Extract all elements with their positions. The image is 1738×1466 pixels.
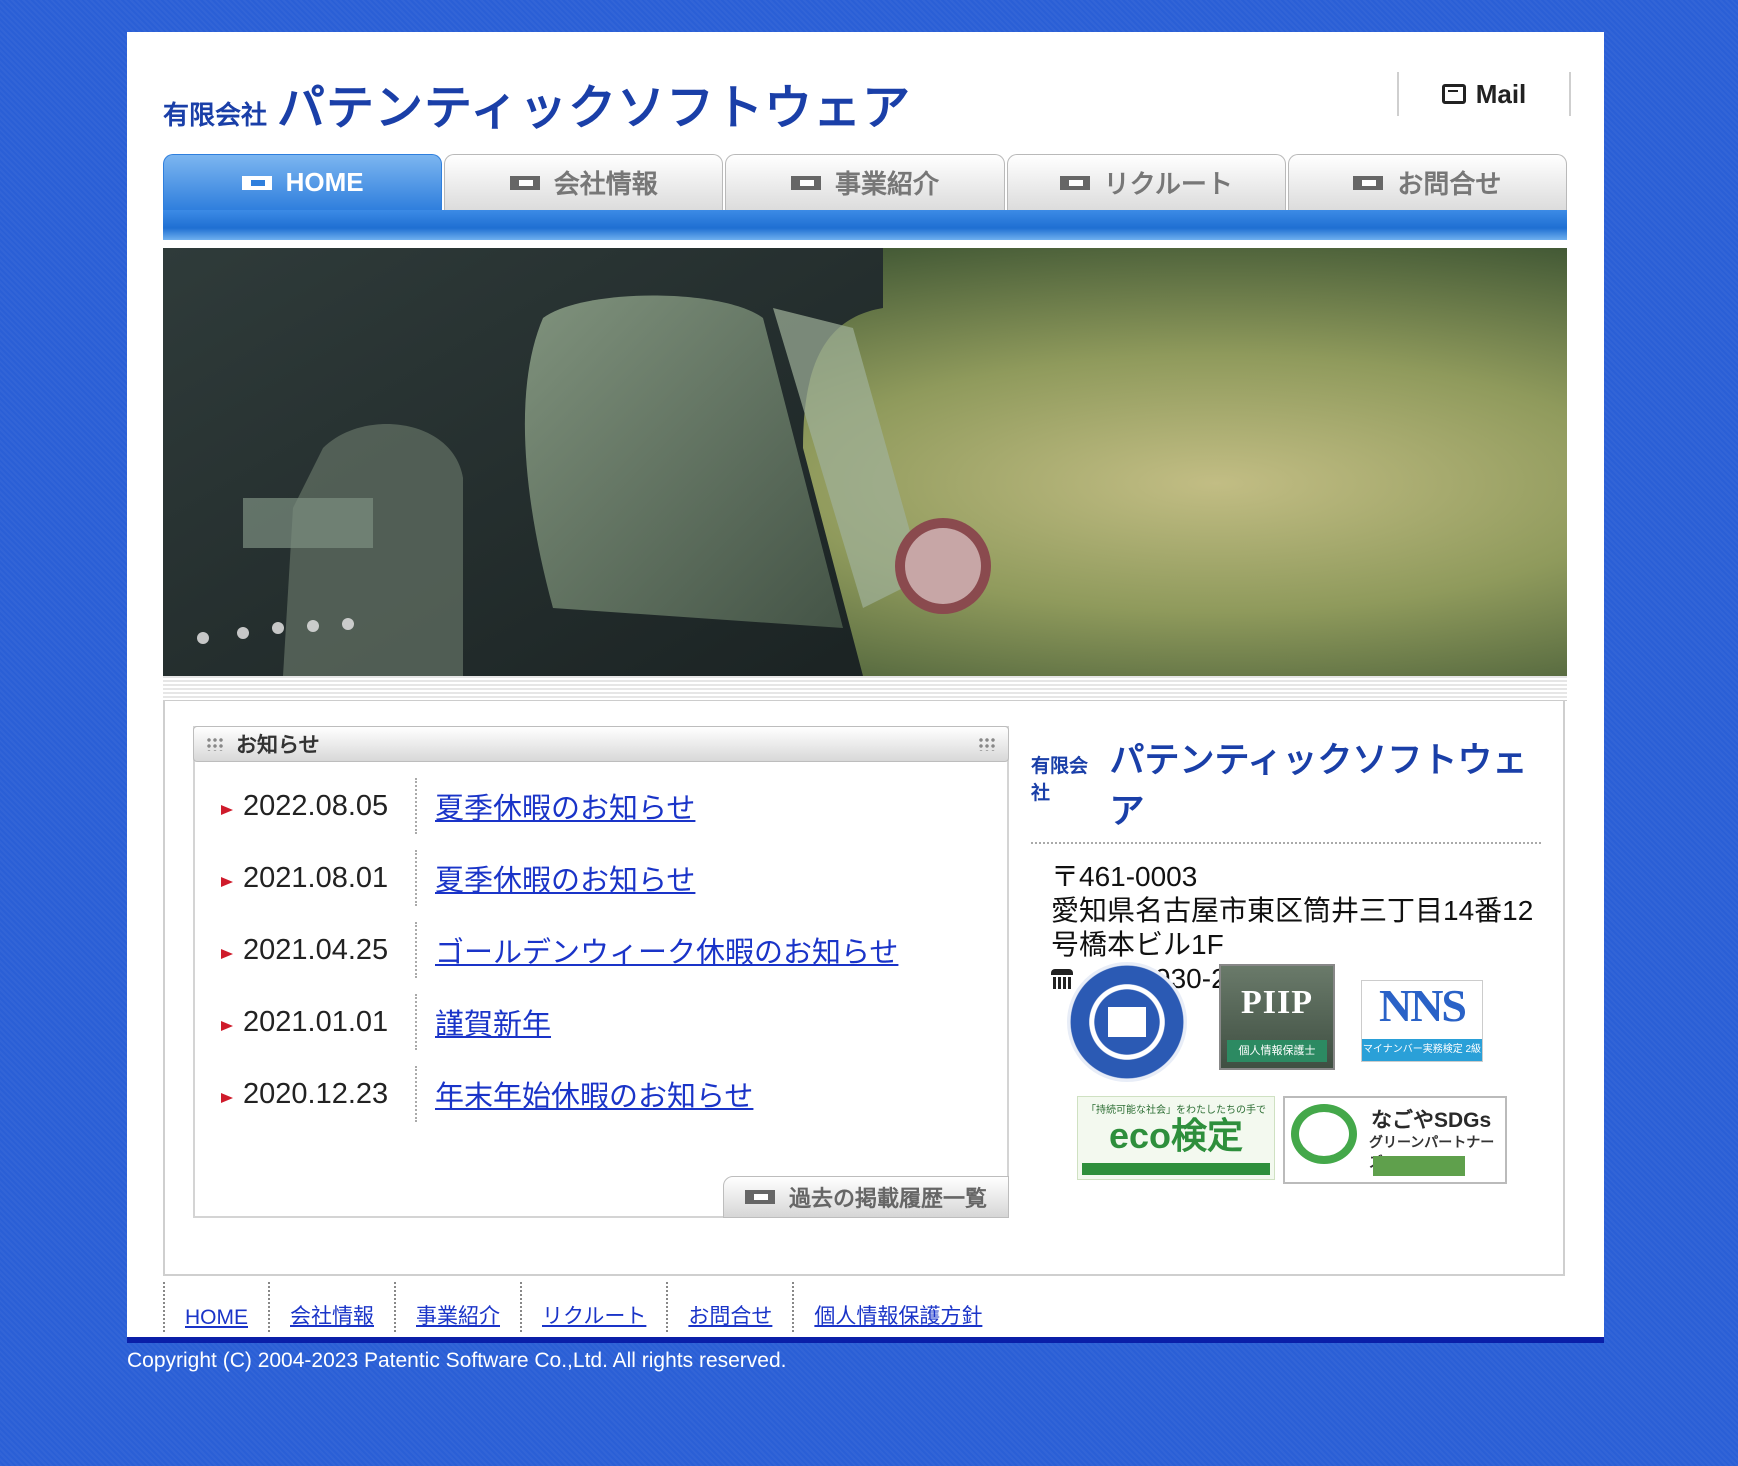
nagoya-eco-logo-icon bbox=[1291, 1104, 1357, 1164]
page-container: 有限会社 パテンティックソフトウェア Mail HOME 会社情報 事業紹介 リ… bbox=[127, 32, 1604, 1343]
news-link[interactable]: ゴールデンウィーク休暇のお知らせ bbox=[435, 929, 898, 971]
mail-label: Mail bbox=[1475, 78, 1527, 109]
news-separator bbox=[415, 778, 417, 834]
footer-link-company[interactable]: 会社情報 bbox=[268, 1282, 394, 1332]
nagoya-sdgs-badge[interactable]: なごやSDGs グリーンパートナーズ bbox=[1283, 1096, 1507, 1184]
news-link[interactable]: 夏季休暇のお知らせ bbox=[435, 857, 695, 899]
book-icon bbox=[1105, 1004, 1149, 1040]
bullet-arrow-icon bbox=[221, 1093, 233, 1103]
tab-arrow-icon bbox=[1059, 175, 1090, 190]
mail-button[interactable]: Mail bbox=[1397, 72, 1571, 116]
bullet-arrow-icon bbox=[221, 1021, 233, 1031]
footer-link-home[interactable]: HOME bbox=[163, 1282, 268, 1332]
arrow-icon bbox=[744, 1190, 775, 1204]
logo-company-type: 有限会社 bbox=[163, 100, 268, 130]
news-item: 2020.12.23 年末年始休暇のお知らせ bbox=[221, 1066, 753, 1122]
certification-badges: PIIP 個人情報保護士 NNS マイナンバー実務検定 2級 「持続可能な社会」… bbox=[1031, 962, 1551, 1202]
site-logo[interactable]: 有限会社 パテンティックソフトウェア bbox=[163, 68, 911, 138]
tab-label: お問合せ bbox=[1397, 169, 1502, 199]
eco-header: 「持続可能な社会」をわたしたちの手で bbox=[1086, 1105, 1266, 1116]
mail-icon bbox=[1441, 84, 1466, 104]
tab-recruit[interactable]: リクルート bbox=[1006, 154, 1286, 210]
eco-footer-bar bbox=[1082, 1163, 1270, 1175]
tab-label: 事業紹介 bbox=[835, 169, 940, 199]
news-item: 2021.04.25 ゴールデンウィーク休暇のお知らせ bbox=[221, 922, 898, 978]
tab-arrow-icon bbox=[241, 175, 272, 190]
footer-link-recruit[interactable]: リクルート bbox=[520, 1282, 666, 1332]
company-logo-type: 有限会社 bbox=[1031, 756, 1089, 804]
address-line-1: 愛知県名古屋市東区筒井三丁目14番12 bbox=[1051, 895, 1534, 926]
news-separator bbox=[415, 922, 417, 978]
hero-car-photo bbox=[163, 248, 1567, 676]
company-info: 有限会社 パテンティックソフトウェア 〒461-0003 愛知県名古屋市東区筒井… bbox=[1031, 732, 1541, 1184]
tab-contact[interactable]: お問合せ bbox=[1287, 154, 1568, 210]
news-link[interactable]: 夏季休暇のお知らせ bbox=[435, 785, 695, 827]
logo-company-name: パテンティックソフトウェア bbox=[277, 82, 912, 135]
news-archive-button[interactable]: 過去の掲載履歴一覧 bbox=[723, 1176, 1009, 1218]
postal-code: 〒461-0003 bbox=[1051, 861, 1198, 892]
news-date: 2020.12.23 bbox=[243, 1077, 389, 1110]
company-logo-name: パテンティックソフトウェア bbox=[1109, 741, 1528, 831]
footer-nav: HOME 会社情報 事業紹介 リクルート お問合せ 個人情報保護方針 bbox=[163, 1282, 1002, 1332]
grip-icon bbox=[206, 737, 224, 751]
tab-label: HOME bbox=[285, 167, 364, 197]
news-date: 2021.01.01 bbox=[243, 1005, 389, 1038]
news-date: 2021.08.01 bbox=[243, 861, 389, 894]
hero-divider bbox=[163, 676, 1567, 701]
news-date: 2021.04.25 bbox=[243, 933, 389, 966]
news-separator bbox=[415, 850, 417, 906]
main-nav: HOME 会社情報 事業紹介 リクルート お問合せ bbox=[163, 154, 1568, 210]
footer-link-privacy[interactable]: 個人情報保護方針 bbox=[792, 1282, 1002, 1332]
footer-bar bbox=[127, 1337, 1604, 1343]
news-item: 2021.08.01 夏季休暇のお知らせ bbox=[221, 850, 695, 906]
content-panel: お知らせ 2022.08.05 夏季休暇のお知らせ 2021.08.01 夏季休… bbox=[163, 700, 1565, 1276]
footer-link-contact[interactable]: お問合せ bbox=[666, 1282, 792, 1332]
tab-company[interactable]: 会社情報 bbox=[444, 154, 724, 210]
nav-underline-bar bbox=[163, 210, 1567, 240]
nns-badge[interactable]: NNS マイナンバー実務検定 2級 bbox=[1361, 980, 1483, 1062]
news-link[interactable]: 謹賀新年 bbox=[435, 1001, 551, 1043]
piip-badge[interactable]: PIIP 個人情報保護士 bbox=[1219, 964, 1335, 1070]
nns-text: NNS bbox=[1378, 980, 1467, 1031]
news-date: 2022.08.05 bbox=[243, 789, 389, 822]
news-header: お知らせ bbox=[193, 726, 1009, 762]
bullet-arrow-icon bbox=[221, 805, 233, 815]
eco-text: eco検定 bbox=[1108, 1115, 1244, 1156]
news-separator bbox=[415, 994, 417, 1050]
news-item: 2022.08.05 夏季休暇のお知らせ bbox=[221, 778, 695, 834]
hero-image bbox=[163, 248, 1567, 676]
company-logo: 有限会社 パテンティックソフトウェア bbox=[1031, 732, 1541, 844]
news-item: 2021.01.01 謹賀新年 bbox=[221, 994, 551, 1050]
aipe-emblem-badge[interactable] bbox=[1067, 962, 1187, 1082]
archive-label: 過去の掲載履歴一覧 bbox=[788, 1186, 987, 1211]
tab-arrow-icon bbox=[791, 175, 821, 190]
sdg-title: なごやSDGs bbox=[1371, 1109, 1492, 1132]
grip-icon bbox=[978, 737, 996, 751]
tab-arrow-icon bbox=[1353, 175, 1384, 190]
news-title: お知らせ bbox=[236, 734, 320, 757]
eco-kentei-badge[interactable]: 「持続可能な社会」をわたしたちの手で eco検定 bbox=[1077, 1096, 1275, 1180]
bullet-arrow-icon bbox=[221, 949, 233, 959]
news-separator bbox=[415, 1066, 417, 1122]
tab-arrow-icon bbox=[509, 175, 540, 190]
tab-business[interactable]: 事業紹介 bbox=[725, 154, 1005, 210]
piip-sub: 個人情報保護士 bbox=[1227, 1040, 1327, 1062]
piip-text: PIIP bbox=[1241, 984, 1313, 1021]
nns-sub: マイナンバー実務検定 2級 bbox=[1362, 1039, 1482, 1061]
news-link[interactable]: 年末年始休暇のお知らせ bbox=[435, 1073, 753, 1115]
address-line-2: 号橋本ビル1F bbox=[1051, 929, 1224, 960]
star-rating-bar bbox=[1373, 1156, 1465, 1176]
tab-label: リクルート bbox=[1103, 169, 1233, 199]
tab-label: 会社情報 bbox=[553, 169, 658, 199]
news-panel: お知らせ 2022.08.05 夏季休暇のお知らせ 2021.08.01 夏季休… bbox=[193, 726, 1009, 1218]
bullet-arrow-icon bbox=[221, 877, 233, 887]
footer-link-business[interactable]: 事業紹介 bbox=[394, 1282, 520, 1332]
copyright-text: Copyright (C) 2004-2023 Patentic Softwar… bbox=[127, 1349, 787, 1372]
tab-home[interactable]: HOME bbox=[163, 154, 443, 210]
